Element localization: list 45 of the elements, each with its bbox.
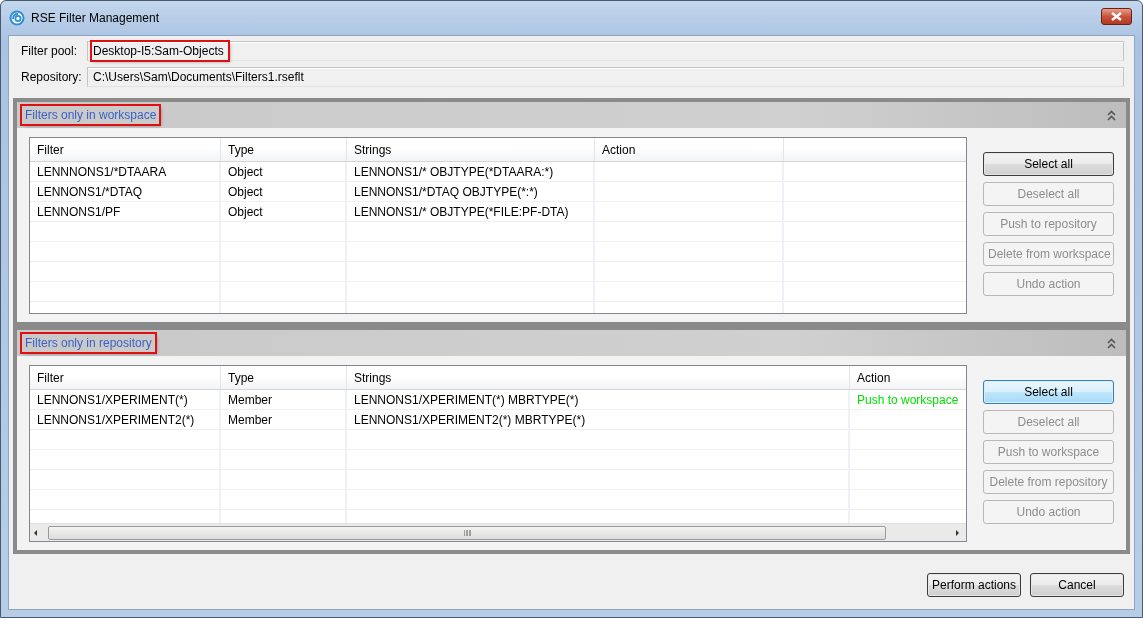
column-header[interactable]: Type [221, 366, 347, 389]
column-header[interactable]: Action [850, 366, 966, 389]
collapse-icon[interactable] [1107, 337, 1116, 349]
table-cell: Object [228, 164, 263, 179]
column-header[interactable]: Filter [30, 138, 221, 161]
table-cell: LENNONS1/*DTAQ OBJTYPE(*:*) [354, 184, 538, 199]
table-cell: LENNNONS1/*DTAARA [37, 164, 167, 179]
filter-table[interactable]: Filter Type Strings Action LENNONS1/XPERIMENT(*) Member LENNONS1/XPERIMENT(*) MBRTYPE(*) Push to workspace LENNONS1/XPERIMENT2(*) Member LENNONS1/XPERIMENT2(*) MBRTYPE(*) [29, 365, 967, 542]
action-button[interactable]: Select all [983, 380, 1114, 404]
table-cell: LENNONS1/* OBJTYPE(*DTAARA:*) [354, 164, 554, 179]
collapse-icon[interactable] [1107, 109, 1116, 121]
column-header[interactable]: Strings [347, 138, 595, 161]
column-header[interactable]: Filter [30, 366, 221, 389]
table-cell: LENNONS1/XPERIMENT(*) [37, 392, 188, 407]
action-button[interactable]: Select all [983, 152, 1114, 176]
table-cell: Member [228, 412, 272, 427]
table-cell: Member [228, 392, 272, 407]
table-cell: LENNONS1/XPERIMENT2(*) MBRTYPE(*) [354, 412, 586, 427]
column-header[interactable]: Action [595, 138, 784, 161]
read-only-field[interactable]: C:\Users\Sam\Documents\Filters1.rseflt [87, 67, 1124, 87]
window-title: RSE Filter Management [31, 11, 161, 25]
column-header[interactable]: Type [221, 138, 347, 161]
section-title: Filters only in repository [22, 334, 155, 352]
scroll-right-icon[interactable] [956, 529, 960, 536]
section-title: Filters only in workspace [22, 106, 160, 124]
table-cell: LENNONS1/*DTAQ [37, 184, 143, 199]
column-header[interactable]: Strings [347, 366, 850, 389]
table-cell: LENNONS1/XPERIMENT(*) MBRTYPE(*) [354, 392, 579, 407]
table-cell: LENNONS1/PF [37, 204, 121, 219]
app-icon [9, 10, 25, 26]
filter-table[interactable]: Filter Type Strings Action LENNNONS1/*DTAARA Object LENNONS1/* OBJTYPE(*DTAARA:*) LENNONS1/*DTAQ Object LENNONS1/*DTAQ OBJTYPE(*:*) LENNONS1/PF Object LENNONS1/* OBJTYPE(*FILE:PF-DTA) [29, 137, 967, 314]
field-label: Filter pool: [20, 44, 79, 58]
field-label: Repository: [20, 70, 79, 84]
grip-icon [463, 529, 471, 536]
scrollbar-thumb[interactable] [48, 525, 886, 540]
action-text: Push to workspace [857, 392, 959, 407]
close-button[interactable] [1101, 7, 1132, 25]
read-only-field[interactable]: Desktop-I5:Sam-Objects [87, 41, 1124, 61]
dialog-button[interactable]: Cancel [1030, 573, 1124, 597]
table-cell: LENNONS1/XPERIMENT2(*) [37, 412, 195, 427]
dialog-button[interactable]: Perform actions [927, 573, 1021, 597]
table-cell: Object [228, 204, 263, 219]
close-icon [1111, 11, 1122, 21]
table-cell: Object [228, 184, 263, 199]
table-cell: LENNONS1/* OBJTYPE(*FILE:PF-DTA) [354, 204, 569, 219]
